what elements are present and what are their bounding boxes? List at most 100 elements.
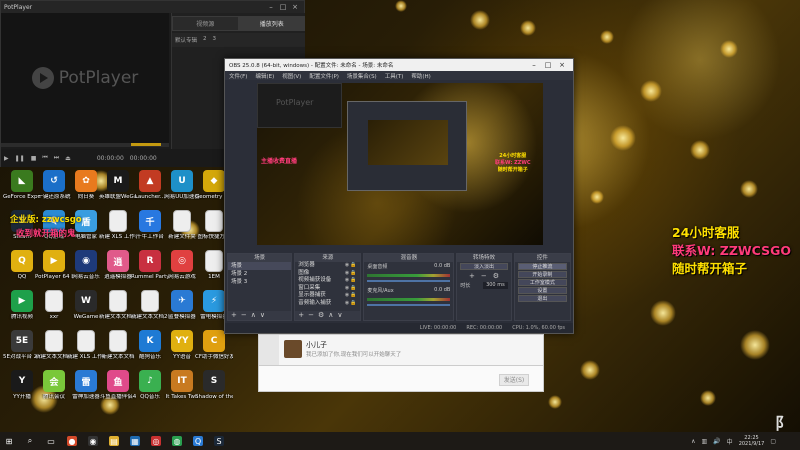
obs-statusbar: LIVE: 00:00:00 REC: 00:00:00 CPU: 1.0%, … <box>225 323 573 333</box>
obs-icon[interactable]: ◉ <box>88 436 98 446</box>
tab-video-source[interactable]: 视频源 <box>172 16 239 31</box>
obs-window[interactable]: OBS 25.0.8 (64-bit, windows) - 配置文件: 未命名… <box>224 58 574 334</box>
menu-edit[interactable]: 编辑(E) <box>255 72 274 80</box>
app-icon: ⚡ <box>203 290 225 312</box>
volume-slider[interactable] <box>367 304 451 306</box>
clock[interactable]: 22:25 2021/9/17 <box>739 435 765 447</box>
obs-preview[interactable]: PotPlayer 主播收费直播 24小时客服 联系W: ZZWC 随时帮开箱子 <box>257 83 543 245</box>
start-recording-button[interactable]: 开始录制 <box>517 271 567 278</box>
app-icon: YY <box>171 330 193 352</box>
studio-mode-button[interactable]: 工作室模式 <box>517 279 567 286</box>
minimize-icon[interactable]: – <box>265 3 277 11</box>
chat-input-area[interactable]: 发送(S) <box>258 366 544 392</box>
visibility-lock-icon[interactable]: ◉🔒 <box>345 292 358 300</box>
wechat-icon[interactable]: ◍ <box>172 436 182 446</box>
close-icon[interactable]: × <box>289 3 301 11</box>
desktop-icon[interactable]: S Shadow of the Tom... <box>195 370 233 400</box>
transition-add-remove[interactable]: + − ⚙ <box>457 271 510 281</box>
cpu-status: CPU: 1.0%, 60.00 fps <box>512 325 565 331</box>
source-item[interactable]: 显示器捕获 ◉🔒 <box>295 292 360 300</box>
visibility-lock-icon[interactable]: ◉🔒 <box>345 270 358 278</box>
add-icon[interactable]: + <box>469 272 475 280</box>
visibility-lock-icon[interactable]: ◉🔒 <box>345 277 358 285</box>
scene-item[interactable]: 场景 2 <box>228 270 291 278</box>
preview-potplayer-logo: PotPlayer <box>276 98 314 107</box>
tab-playlist[interactable]: 播放列表 <box>238 16 305 31</box>
source-item[interactable]: 图像 ◉🔒 <box>295 270 360 278</box>
network-icon[interactable]: ▥ <box>702 438 708 445</box>
channel-level: 0.0 dB <box>434 263 451 269</box>
visibility-lock-icon[interactable]: ◉🔒 <box>345 262 358 270</box>
chevron-up-icon[interactable]: ∧ <box>691 438 695 445</box>
seek-bar[interactable] <box>1 143 169 147</box>
avatar[interactable] <box>284 340 302 358</box>
source-item[interactable]: 窗口采集 ◉🔒 <box>295 285 360 293</box>
settings-button[interactable]: 设置 <box>517 287 567 294</box>
eject-icon[interactable]: ⏏ <box>65 155 71 162</box>
menu-view[interactable]: 视图(V) <box>282 72 301 80</box>
task-view-icon[interactable]: ▭ <box>46 436 56 446</box>
app-icon: 鱼 <box>107 370 129 392</box>
menu-help[interactable]: 帮助(H) <box>411 72 430 80</box>
source-item[interactable]: 音频输入捕获 ◉🔒 <box>295 300 360 308</box>
scenes-toolbar[interactable]: +−∧∨ <box>228 311 292 320</box>
potplayer-titlebar[interactable]: PotPlayer – □ × <box>1 1 304 13</box>
desktop-icon[interactable]: C CF助手微信好友 <box>195 330 233 360</box>
potplayer-video-area[interactable]: PotPlayer <box>1 13 169 143</box>
visibility-lock-icon[interactable]: ◉🔒 <box>345 300 358 308</box>
menu-tools[interactable]: 工具(T) <box>385 72 404 80</box>
menu-profile[interactable]: 配置文件(P) <box>309 72 339 80</box>
duration-input[interactable]: 300 ms <box>483 282 508 289</box>
maximize-icon[interactable]: □ <box>541 61 555 69</box>
minimize-icon[interactable]: – <box>527 61 541 69</box>
potplayer-logo-text: PotPlayer <box>58 68 139 88</box>
obs-titlebar[interactable]: OBS 25.0.8 (64-bit, windows) - 配置文件: 未命名… <box>225 59 573 71</box>
chrome-icon[interactable]: ● <box>67 436 77 446</box>
netease-music-icon[interactable]: ◎ <box>151 436 161 446</box>
close-icon[interactable]: × <box>555 61 569 69</box>
chat-window[interactable]: 小儿子 我已添加了你,现在我们可以开始聊天了 <box>258 334 544 366</box>
playlist-col-2[interactable]: 2 <box>203 36 207 44</box>
volume-slider[interactable] <box>367 280 451 282</box>
remove-icon[interactable]: − <box>481 272 487 280</box>
potplayer-logo: PotPlayer <box>31 67 139 89</box>
obs-title: OBS 25.0.8 (64-bit, windows) - 配置文件: 未命名… <box>229 63 394 69</box>
menu-file[interactable]: 文件(F) <box>229 72 247 80</box>
potplayer-title: PotPlayer <box>4 3 33 11</box>
store-icon[interactable]: ▦ <box>130 436 140 446</box>
menu-scene-collection[interactable]: 场景集合(S) <box>347 72 377 80</box>
volume-bar[interactable] <box>131 143 161 146</box>
windows-start-icon[interactable]: ⊞ <box>4 436 14 446</box>
search-icon[interactable]: ⌕ <box>25 436 35 446</box>
file-explorer-icon[interactable]: ▤ <box>109 436 119 446</box>
playlist-album[interactable]: 默认专辑 <box>175 36 197 44</box>
sources-toolbar[interactable]: +−⚙∧∨ <box>295 311 361 320</box>
prev-icon[interactable]: ⏮ <box>42 154 47 162</box>
next-icon[interactable]: ⏭ <box>54 154 59 162</box>
send-button[interactable]: 发送(S) <box>499 374 529 386</box>
visibility-lock-icon[interactable]: ◉🔒 <box>345 285 358 293</box>
transition-select[interactable]: 淡入淡出 <box>460 263 508 270</box>
exit-button[interactable]: 退出 <box>517 295 567 302</box>
maximize-icon[interactable]: □ <box>277 3 289 11</box>
scene-item[interactable]: 场景 <box>228 262 292 270</box>
gear-icon[interactable]: ⚙ <box>493 272 499 280</box>
obs-menubar: 文件(F) 编辑(E) 视图(V) 配置文件(P) 场景集合(S) 工具(T) … <box>225 71 573 80</box>
volume-icon[interactable]: 🔊 <box>713 438 720 445</box>
app-icon: ✈ <box>171 290 193 312</box>
steam-icon[interactable]: S <box>214 436 224 446</box>
stop-stream-button[interactable]: 停止推流 <box>517 263 567 270</box>
stop-icon[interactable]: ■ <box>31 155 37 162</box>
bokeh <box>520 20 536 36</box>
pause-icon[interactable]: ❚❚ <box>15 155 25 162</box>
play-icon[interactable]: ▶ <box>4 155 9 162</box>
playlist-col-3[interactable]: 3 <box>213 36 217 44</box>
notification-icon[interactable]: ▢ <box>770 438 776 445</box>
ime-icon[interactable]: 中 <box>727 437 733 446</box>
qq-icon[interactable]: Q <box>193 436 203 446</box>
app-icon: 逍 <box>107 250 129 272</box>
source-item[interactable]: 浏览器 ◉🔒 <box>295 262 360 270</box>
scene-item[interactable]: 场景 3 <box>228 278 291 286</box>
source-item[interactable]: 视频捕获设备 ◉🔒 <box>295 277 360 285</box>
app-icon: ▶ <box>43 250 65 272</box>
